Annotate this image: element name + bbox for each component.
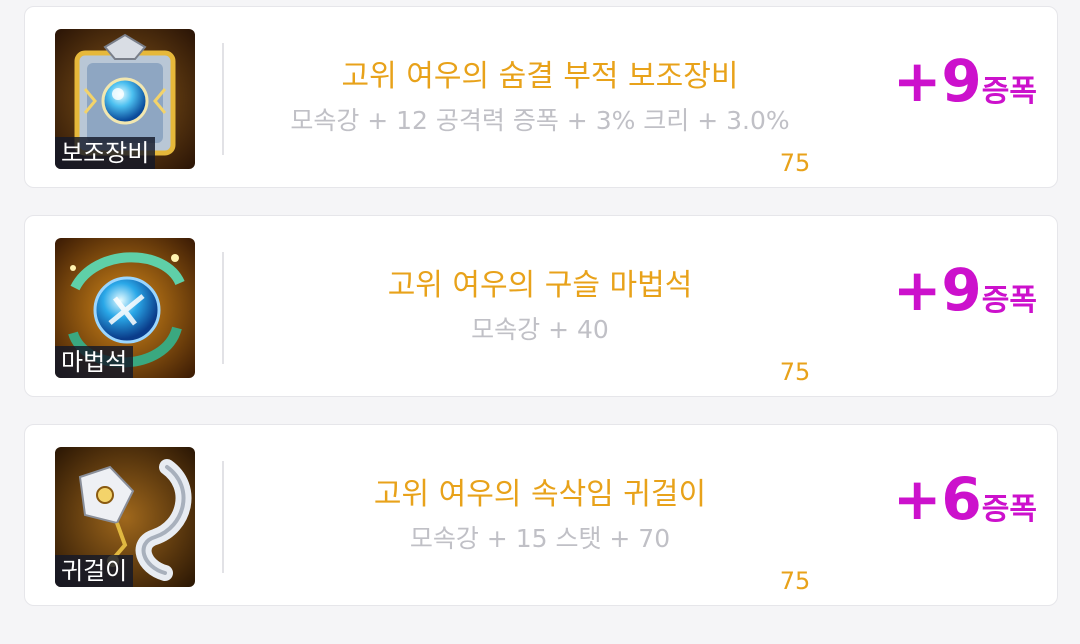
bonus-value: +9 (892, 47, 982, 115)
item-card[interactable]: 마법석 고위 여우의 구슬 마법석 모속강 + 40 75 +9증폭 (24, 215, 1058, 397)
item-category-label: 마법석 (55, 346, 134, 378)
bonus-value: +9 (892, 256, 982, 324)
item-name: 고위 여우의 구슬 마법석 (387, 268, 693, 303)
earring-fox-tail-icon: 귀걸이 (55, 447, 195, 587)
secondary-weapon-talisman-icon: 보조장비 (55, 29, 195, 169)
amplification-bonus: +9증폭 (893, 256, 1037, 324)
divider (222, 461, 224, 573)
magic-stone-orb-icon: 마법석 (55, 238, 195, 378)
item-level: 75 (779, 358, 811, 386)
item-card[interactable]: 귀걸이 고위 여우의 속삭임 귀걸이 모속강 + 15 스탯 + 70 75 +… (24, 424, 1058, 606)
item-name: 고위 여우의 숨결 부적 보조장비 (341, 59, 739, 94)
divider (222, 43, 224, 155)
item-stats: 모속강 + 12 공격력 증폭 + 3% 크리 + 3.0% (290, 106, 790, 135)
item-level: 75 (779, 567, 811, 595)
bonus-unit: 증폭 (981, 283, 1037, 318)
amplification-bonus: +6증폭 (893, 465, 1037, 533)
item-stats: 모속강 + 15 스탯 + 70 (409, 524, 671, 553)
bonus-value: +6 (892, 465, 982, 533)
item-level: 75 (779, 149, 811, 177)
amplification-bonus: +9증폭 (893, 47, 1037, 115)
item-card[interactable]: 보조장비 고위 여우의 숨결 부적 보조장비 모속강 + 12 공격력 증폭 +… (24, 6, 1058, 188)
item-stats: 모속강 + 40 (471, 315, 609, 344)
item-category-label: 귀걸이 (55, 555, 134, 587)
divider (222, 252, 224, 364)
item-category-label: 보조장비 (55, 137, 156, 169)
bonus-unit: 증폭 (981, 74, 1037, 109)
bonus-unit: 증폭 (981, 492, 1037, 527)
item-name: 고위 여우의 속삭임 귀걸이 (373, 477, 707, 512)
